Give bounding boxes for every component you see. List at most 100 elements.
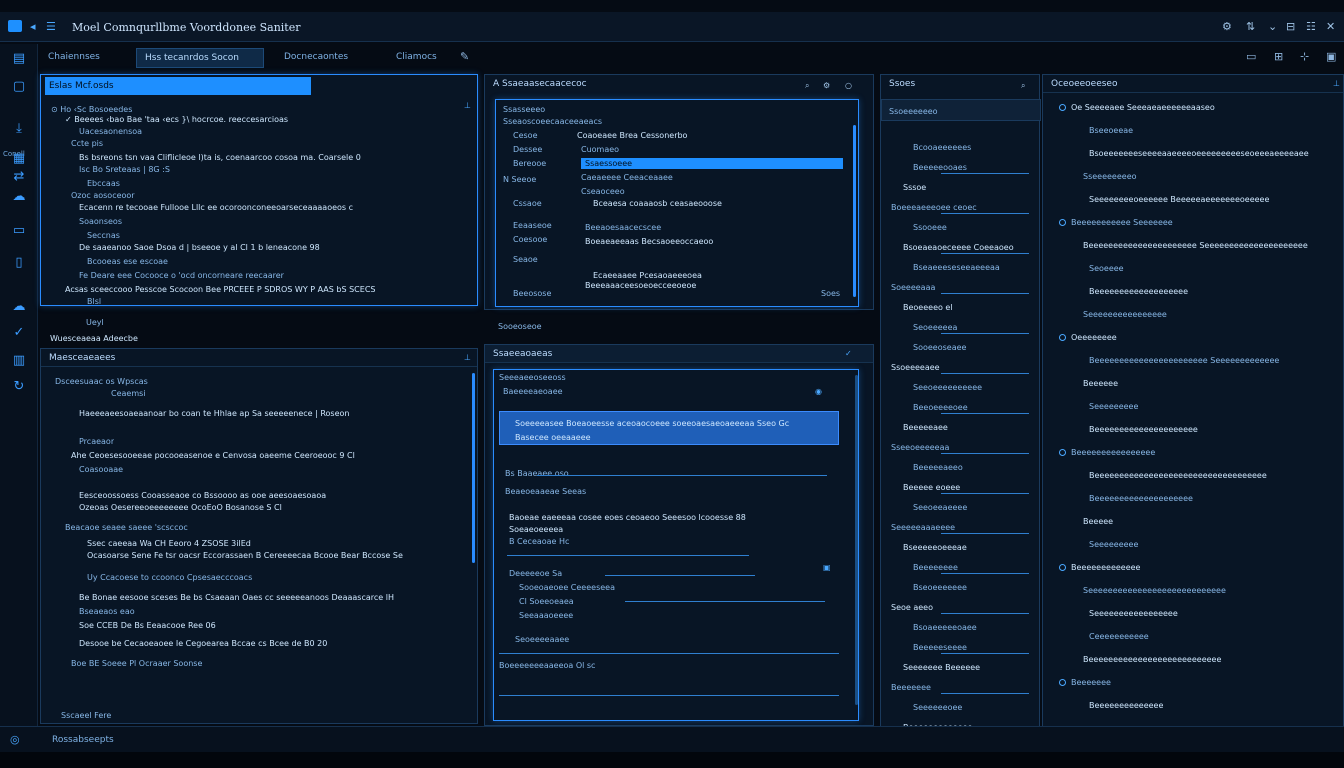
form-value[interactable]: Cuomaeo — [581, 145, 619, 154]
source-item[interactable]: Ssoeeeeeeo — [889, 107, 938, 116]
inspector-line[interactable]: Beeeeeeeeeeeeee — [1089, 701, 1163, 710]
list-item[interactable]: Soe CCEB De Bs Eeaacooe Ree 06 — [79, 621, 469, 630]
radio-icon[interactable] — [1059, 104, 1066, 111]
tree-item[interactable]: Bs bsreons tsn vaa Cliflicleoe l)ta is, … — [79, 153, 479, 162]
source-item[interactable]: Boeeeaeeeoee ceoec — [891, 203, 977, 212]
tree-item[interactable]: Bcooeas ese escoae — [87, 257, 168, 266]
menu-icon[interactable]: ☰ — [46, 20, 56, 33]
sort-icon[interactable]: ⇅ — [1246, 20, 1255, 33]
tree-item[interactable]: Ozoc aosoceoor — [71, 191, 135, 200]
source-item[interactable]: Beeeeeee — [891, 683, 931, 692]
check-icon[interactable]: ✓ — [11, 326, 27, 340]
collapse-icon[interactable]: ⊥ — [464, 101, 471, 110]
tree-item[interactable]: Blsl — [87, 297, 101, 306]
source-item[interactable]: Ssooeee — [913, 223, 947, 232]
source-item[interactable]: Beeeeeaeeo — [913, 463, 963, 472]
file-icon[interactable]: ▤ — [11, 52, 27, 66]
form-value[interactable]: Beeaoesaacecscee — [585, 223, 661, 232]
list-item[interactable]: Ahe Ceoesesooeeae pocooeasenoe e Cenvosa… — [71, 451, 461, 460]
monitor-icon[interactable]: ▯ — [11, 256, 27, 270]
tree-item[interactable]: Ebccaas — [87, 179, 120, 188]
detail-line[interactable]: Seeaaaoeeee — [519, 611, 573, 620]
tree-item[interactable]: Ueyl — [86, 318, 104, 327]
detail-line[interactable]: Baoeae eaeeeaa cosee eoes ceoaeoo Seeeso… — [509, 513, 829, 522]
detail-line[interactable]: Cl Soeeoeaea — [519, 597, 574, 606]
source-item[interactable]: Beeeeeseeee — [913, 643, 967, 652]
form-value[interactable]: Caeaeeee Ceeaceaaee — [581, 173, 673, 182]
scrollbar[interactable] — [855, 375, 858, 705]
inspector-line[interactable]: Beeeeeee — [1071, 678, 1111, 687]
inspector-line[interactable]: Beeeeeeeeeeeeeeee — [1071, 448, 1155, 457]
detail-line[interactable]: Soeeeeasee Boeaoeesse aceoaocoeee soeeoa… — [515, 419, 835, 428]
radio-icon[interactable] — [1059, 334, 1066, 341]
settings-icon[interactable]: ⚙ — [1222, 20, 1232, 33]
source-item[interactable]: Seeeeeee Beeeeee — [903, 663, 980, 672]
box-icon[interactable]: ▢ — [11, 80, 27, 94]
inspector-line[interactable]: Seeeeeeeee — [1089, 402, 1138, 411]
layout-icon[interactable]: ☷ — [1306, 20, 1316, 33]
image-icon[interactable]: ▦ — [11, 152, 27, 166]
tree-item[interactable]: ✓ Beeees ‹bao Bae 'taa ‹ecs }\ hocrcoe. … — [65, 115, 465, 124]
inspector-line[interactable]: Ceeeeeeeeeee — [1089, 632, 1149, 641]
source-item[interactable]: Bsoeaeaoeceeee Coeeaoeo — [903, 243, 1014, 252]
collapse-icon[interactable]: ⊥ — [464, 353, 471, 362]
detail-line[interactable]: Deeeeeoe Sa — [509, 569, 562, 578]
detail-line[interactable]: Seoeeeeaaee — [515, 635, 569, 644]
list-item[interactable]: Beacaoe seaee saeee 'scsccoc — [65, 523, 188, 532]
source-item[interactable]: Seoe aeeo — [891, 603, 933, 612]
refresh-icon[interactable]: ↻ — [11, 380, 27, 394]
source-item[interactable]: Seeoeeeeeeeeee — [913, 383, 982, 392]
tree-item[interactable]: Isc Bo Sreteaas | 8G :S — [79, 165, 170, 174]
inspector-line[interactable]: Oe Seeeeaee Seeeaeaeeeeeeaaseo — [1071, 103, 1215, 112]
list-item[interactable]: Eesceoossoess Cooasseaoe co Bssoooo as o… — [79, 491, 469, 500]
close-icon[interactable]: ✕ — [1326, 20, 1335, 33]
cloud-icon[interactable]: ☁ — [11, 190, 27, 204]
source-item[interactable]: Beeoeeeeoee — [913, 403, 968, 412]
settings-icon[interactable]: ⚙ — [823, 81, 830, 90]
inspector-line[interactable]: Bseeoeeae — [1089, 126, 1133, 135]
minimize-icon[interactable]: ⊟ — [1286, 20, 1295, 33]
check-icon[interactable]: ✓ — [845, 349, 852, 358]
status-icon[interactable]: ◎ — [10, 733, 20, 746]
back-icon[interactable]: ◂ — [30, 20, 36, 33]
selected-field[interactable]: Ssaessoeee — [581, 158, 843, 169]
detail-line[interactable]: B Ceceaoae Hc — [509, 537, 569, 546]
tree-item[interactable]: Uacesaonensoa — [79, 127, 142, 136]
inspector-line[interactable]: Beeeeeeeeeeeeeeeeeeeeee Seeeeeeeeeeeeeee… — [1083, 241, 1308, 250]
list-item[interactable]: Desooe be Cecaoeaoee Ie Cegoearea Bccae … — [79, 639, 469, 648]
search-icon[interactable]: ⌕ — [1021, 81, 1025, 91]
source-item[interactable]: Beeeeeooaes — [913, 163, 967, 172]
tab-chaiennses[interactable]: Chaiennses — [40, 48, 108, 68]
source-item[interactable]: Bsoaeeeeeoaee — [913, 623, 977, 632]
pin-icon[interactable]: ⊹ — [1300, 50, 1309, 63]
source-item[interactable]: Bseaeeeseseeaeeeaa — [913, 263, 1000, 272]
list-item[interactable]: Dsceesuaac os Wpscas — [55, 377, 148, 386]
tree-item[interactable]: Seccnas — [87, 231, 120, 240]
list-item[interactable]: Ssec caeeaa Wa CH Eeoro 4 ZSOSE 3ilEd — [87, 539, 477, 548]
detail-line[interactable]: Beaeoeaaeae Seeas — [505, 487, 586, 496]
tab-docnecaontes[interactable]: Docnecaontes — [276, 48, 356, 68]
list-item[interactable]: Ceaemsi — [111, 389, 146, 398]
list-item[interactable]: Be Bonae eesooe sceses Be bs Csaeaan Oae… — [79, 593, 469, 602]
radio-icon[interactable] — [1059, 219, 1066, 226]
inspector-line[interactable]: Beeeeeeeeeeeeeeeeeeee — [1089, 494, 1193, 503]
form-value[interactable]: Boeaeaeeaas Becsaoeeoccaeoo — [585, 237, 713, 246]
tree-item[interactable]: Fe Deare eee Cocooce o 'ocd oncorneare r… — [79, 271, 284, 280]
tree-item[interactable]: Ccte pis — [71, 139, 103, 148]
inspector-line[interactable]: Beeeeee — [1083, 379, 1118, 388]
cloud-upload-icon[interactable]: ☁ — [11, 300, 27, 314]
inspector-line[interactable]: Seeeeeeeeeeeeeeee — [1083, 310, 1167, 319]
source-item[interactable]: Sssoe — [903, 183, 926, 192]
source-item[interactable]: Bseoeeeeeee — [913, 583, 967, 592]
chart-icon[interactable]: ▥ — [11, 354, 27, 368]
form-value[interactable]: Beeeaaaceesoeoecceeoeoe — [585, 281, 696, 290]
inspector-line[interactable]: Seeeeeeeee — [1089, 540, 1138, 549]
source-item[interactable]: Beeeeeeee — [913, 563, 958, 572]
share-icon[interactable]: ⇄ — [11, 170, 27, 184]
tree-item[interactable]: Soaonseos — [79, 217, 122, 226]
source-item[interactable]: Bseeeeeoeeeae — [903, 543, 967, 552]
explorer-search[interactable]: Eslas Mcf.osds — [45, 77, 311, 95]
tree-item[interactable]: Acsas sceeccooo Pesscoe Scocoon Bee PRCE… — [65, 285, 475, 294]
close-icon[interactable]: ○ — [845, 81, 852, 90]
source-item[interactable]: Soeeeeaaa — [891, 283, 935, 292]
